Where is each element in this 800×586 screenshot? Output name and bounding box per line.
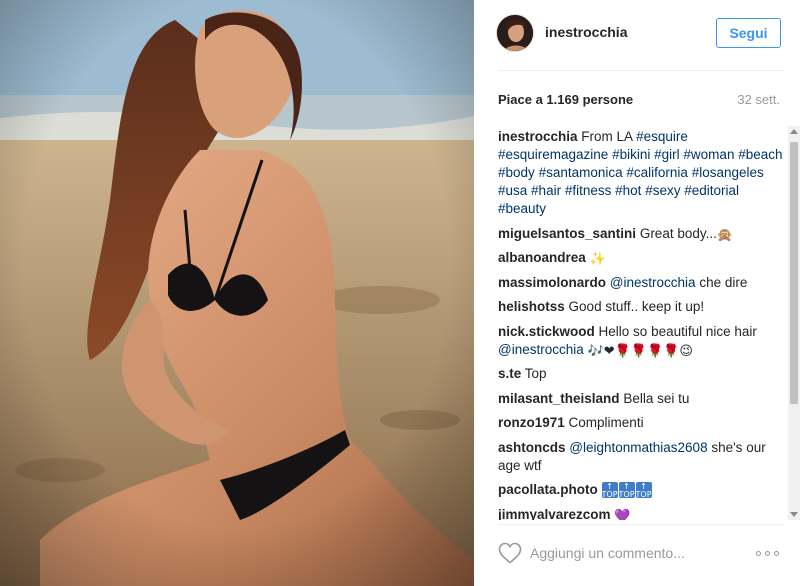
hashtag-link[interactable]: #bikini: [612, 147, 650, 162]
purple-heart-emoji: 💜: [614, 508, 631, 520]
comment-author[interactable]: pacollata.photo: [498, 482, 598, 497]
list-item: jimmyalvarezcom 💜: [498, 506, 788, 521]
follow-button[interactable]: Segui: [716, 18, 781, 48]
comment-mention[interactable]: @inestrocchia: [610, 275, 696, 290]
hashtag-link[interactable]: #hair: [531, 183, 561, 198]
hashtag-link[interactable]: #losangeles: [692, 165, 764, 180]
list-item: ronzo1971 Complimenti: [498, 414, 788, 432]
caption-text: From LA: [581, 129, 633, 144]
sparkles-emoji: ✨: [589, 252, 606, 267]
hashtag-link[interactable]: #sexy: [645, 183, 680, 198]
hashtag-link[interactable]: #editorial: [684, 183, 739, 198]
likes-row: Piace a 1.169 persone 32 sett.: [498, 92, 780, 110]
likes-count[interactable]: Piace a 1.169 persone: [498, 92, 633, 107]
hashtag-link[interactable]: #fitness: [565, 183, 612, 198]
scroll-down-arrow-icon[interactable]: [790, 512, 798, 517]
comment-author[interactable]: ronzo1971: [498, 415, 565, 430]
scrollbar-thumb[interactable]: [790, 142, 798, 404]
scroll-up-arrow-icon[interactable]: [790, 129, 798, 134]
comments-list[interactable]: inestrocchia From LA #esquire #esquirema…: [498, 128, 788, 520]
list-item: milasant_theisland Bella sei tu: [498, 390, 788, 408]
post-photo[interactable]: [0, 0, 474, 586]
comment-text: Complimenti: [568, 415, 644, 430]
hashtag-link[interactable]: #beauty: [498, 201, 546, 216]
hashtag-link[interactable]: #esquire: [636, 129, 688, 144]
list-item: albanoandrea ✨: [498, 249, 788, 267]
list-item: massimolonardo @inestrocchia che dire: [498, 274, 788, 292]
comment-author[interactable]: milasant_theisland: [498, 391, 620, 406]
post-header: inestrocchia Segui: [474, 0, 800, 70]
more-options-icon[interactable]: [756, 546, 782, 560]
hashtag-link[interactable]: #santamonica: [539, 165, 623, 180]
list-item: pacollata.photo ↑ TOP↑ TOP↑ TOP: [498, 481, 788, 499]
caption: inestrocchia From LA #esquire #esquirema…: [498, 128, 788, 218]
comments-scrollbar[interactable]: [788, 126, 800, 520]
comment-text: Hello so beautiful nice hair: [598, 323, 757, 339]
comment-mention[interactable]: @leightonmathias2608: [569, 440, 707, 455]
dot: [756, 551, 761, 556]
dot: [765, 551, 770, 556]
hashtag-link[interactable]: #woman: [683, 147, 734, 162]
comment-text: che dire: [699, 274, 748, 290]
post-author-username[interactable]: inestrocchia: [545, 24, 627, 40]
post-age[interactable]: 32 sett.: [737, 92, 780, 107]
comment-author[interactable]: massimolonardo: [498, 275, 606, 290]
post-photo-art: [0, 0, 474, 586]
comment-text: Great body...: [639, 225, 717, 241]
caption-author[interactable]: inestrocchia: [498, 129, 578, 144]
list-item: nick.stickwood Hello so beautiful nice h…: [498, 323, 788, 359]
hashtag-link[interactable]: #hot: [615, 183, 641, 198]
heart-outline-icon[interactable]: [498, 542, 522, 564]
comment-text: Top: [524, 366, 547, 381]
hashtag-link[interactable]: #girl: [654, 147, 680, 162]
comment-author[interactable]: jimmyalvarezcom: [498, 507, 611, 521]
footer-divider: [498, 524, 784, 525]
dot: [774, 551, 779, 556]
hashtag-link[interactable]: #california: [626, 165, 688, 180]
comment-mention[interactable]: @inestrocchia: [498, 342, 584, 357]
avatar-image: [497, 15, 533, 51]
top-arrow-icon: ↑ TOP: [618, 482, 635, 499]
header-divider: [498, 70, 784, 71]
list-item: s.te Top: [498, 365, 788, 383]
comment-author[interactable]: albanoandrea: [498, 250, 586, 265]
top-arrow-icon: ↑ TOP: [635, 482, 652, 499]
avatar[interactable]: [496, 14, 534, 52]
comment-input[interactable]: [530, 543, 730, 563]
comment-author[interactable]: helishotss: [498, 299, 565, 314]
comment-author[interactable]: ashtoncds: [498, 440, 566, 455]
comment-author[interactable]: nick.stickwood: [498, 324, 595, 339]
list-item: helishotss Good stuff.. keep it up!: [498, 298, 788, 316]
comment-text: Bella sei tu: [623, 390, 690, 406]
comment-author[interactable]: miguelsantos_santini: [498, 226, 636, 241]
hashtag-link[interactable]: #body: [498, 165, 535, 180]
comment-author[interactable]: s.te: [498, 366, 521, 381]
hashtag-link[interactable]: #esquiremagazine: [498, 147, 608, 162]
emoji-string: 🎶❤🌹🌹🌹🌹😉: [587, 343, 693, 359]
monkey-emoji: 🙊: [716, 227, 734, 243]
list-item: ashtoncds @leightonmathias2608 she's our…: [498, 439, 788, 475]
hashtag-link[interactable]: #beach: [738, 147, 782, 162]
top-arrow-icon: ↑ TOP: [601, 482, 618, 499]
comment-text: Good stuff.. keep it up!: [568, 299, 705, 314]
post-side-panel: inestrocchia Segui Piace a 1.169 persone…: [474, 0, 800, 586]
hashtag-link[interactable]: #usa: [498, 183, 527, 198]
list-item: miguelsantos_santini Great body...🙊: [498, 225, 788, 243]
